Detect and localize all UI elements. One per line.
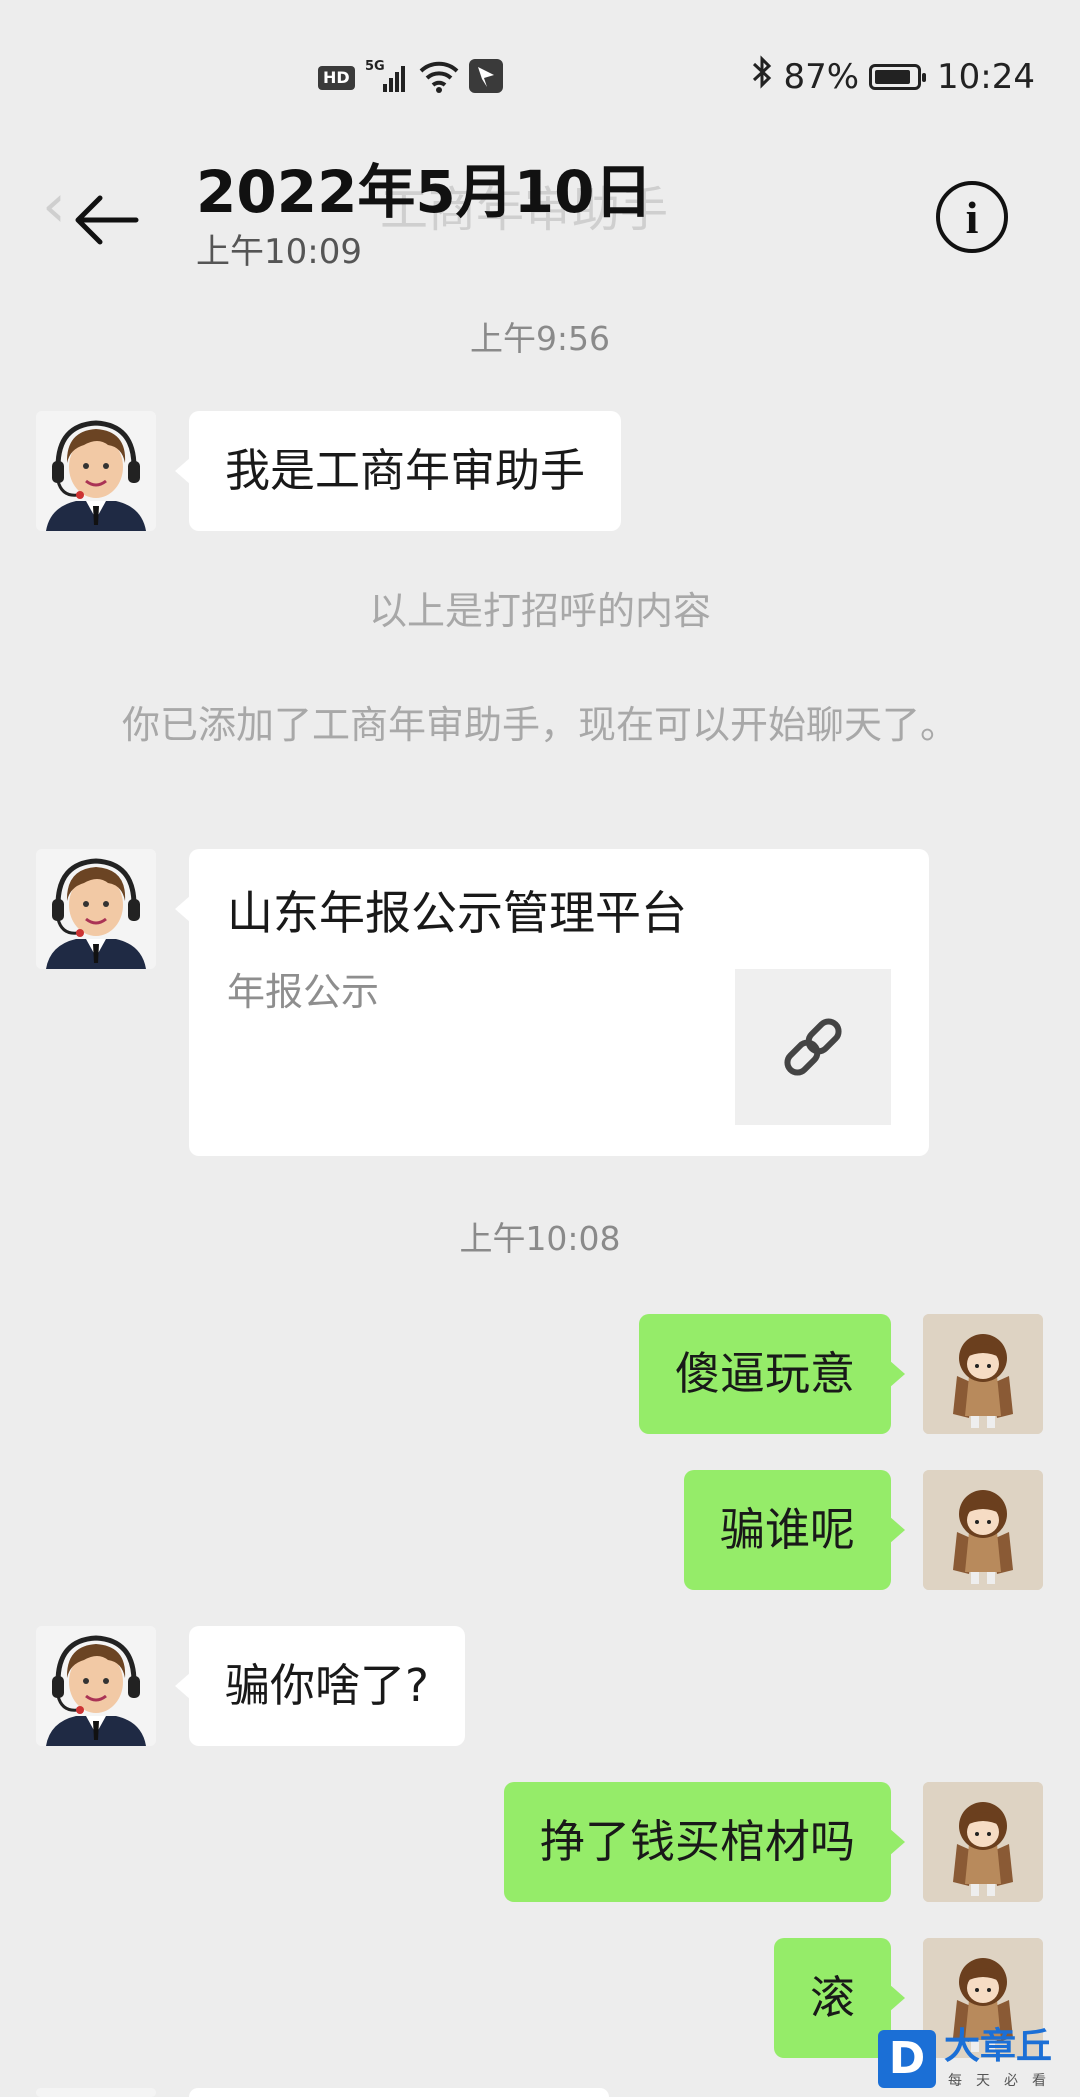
ghost-back-chevron-icon: ‹ bbox=[42, 171, 66, 241]
watermark-logo: D 大章丘 每天必看 bbox=[878, 2026, 1080, 2097]
info-button[interactable]: i bbox=[936, 181, 1008, 253]
signal-5g-icon: 5G bbox=[365, 56, 409, 100]
user-avatar-icon bbox=[923, 1314, 1043, 1434]
system-message: 你已添加了工商年审助手，现在可以开始聊天了。 bbox=[121, 703, 958, 747]
link-icon bbox=[784, 1018, 842, 1076]
watermark-d-icon: D bbox=[878, 2030, 936, 2088]
page-title: 2022年5月10日 bbox=[196, 158, 653, 226]
message-bubble-incoming[interactable]: 骗你啥了? bbox=[175, 1626, 465, 1746]
avatar[interactable] bbox=[923, 1782, 1043, 1902]
assistant-avatar-icon bbox=[36, 411, 156, 531]
watermark-brand: 大章丘 bbox=[944, 2026, 1053, 2067]
message-bubble-outgoing[interactable]: 滚 bbox=[773, 1938, 906, 2058]
status-time: 10:24 bbox=[937, 56, 1035, 97]
user-avatar-icon bbox=[923, 1470, 1043, 1590]
link-card-title: 山东年报公示管理平台 bbox=[227, 886, 687, 940]
hd-icon: HD bbox=[318, 66, 355, 90]
message-bubble-outgoing[interactable]: 骗谁呢 bbox=[683, 1470, 906, 1590]
assistant-avatar-icon bbox=[36, 849, 156, 969]
bluetooth-icon bbox=[751, 54, 773, 99]
status-bar: HD 5G 87% 10:24 bbox=[0, 0, 1080, 160]
header-title-block: 2022年5月10日 上午10:09 bbox=[196, 154, 653, 274]
back-button[interactable] bbox=[70, 180, 150, 260]
avatar-partial bbox=[36, 2088, 156, 2097]
avatar[interactable] bbox=[923, 1470, 1043, 1590]
battery-percent: 87% bbox=[783, 56, 860, 97]
timestamp: 上午9:56 bbox=[469, 319, 611, 358]
assistant-avatar-icon bbox=[36, 1626, 156, 1746]
system-message: 以上是打招呼的内容 bbox=[368, 589, 711, 633]
watermark-slogan: 每天必看 bbox=[948, 2073, 1060, 2089]
status-right-group: 87% 10:24 bbox=[751, 54, 1035, 99]
app-notification-icon bbox=[468, 59, 503, 97]
avatar[interactable] bbox=[36, 1626, 156, 1746]
wifi-icon bbox=[419, 59, 459, 97]
link-card-subtitle: 年报公示 bbox=[227, 970, 380, 1014]
message-bubble-outgoing[interactable]: 挣了钱买棺材吗 bbox=[503, 1782, 906, 1902]
message-bubble-incoming[interactable]: 我是工商年审助手 bbox=[174, 411, 622, 531]
page-subtitle: 上午10:09 bbox=[196, 232, 362, 272]
link-card-thumbnail bbox=[735, 969, 891, 1125]
arrow-left-icon bbox=[75, 195, 139, 245]
info-circle-icon: i bbox=[965, 191, 979, 243]
link-card[interactable]: 山东年报公示管理平台 年报公示 bbox=[175, 849, 929, 1156]
avatar[interactable] bbox=[36, 849, 156, 969]
avatar[interactable] bbox=[923, 1314, 1043, 1434]
chat-header: ‹ 工商年审助手 2022年5月10日 上午10:09 i bbox=[0, 140, 1080, 296]
timestamp: 上午10:08 bbox=[459, 1219, 621, 1258]
user-avatar-icon bbox=[923, 1782, 1043, 1902]
network-type-label: 5G bbox=[365, 59, 385, 74]
message-bubble-outgoing[interactable]: 傻逼玩意 bbox=[638, 1314, 906, 1434]
message-bubble-partial bbox=[189, 2088, 609, 2097]
battery-icon bbox=[869, 63, 927, 90]
avatar[interactable] bbox=[36, 411, 156, 531]
status-left-icons: HD 5G bbox=[318, 58, 503, 98]
battery-fill bbox=[875, 69, 911, 84]
chat-area[interactable]: 上午9:56 我是工商年审助手 以上是打招呼的内容 你已添加了工商年审助手，现在… bbox=[0, 296, 1080, 2097]
